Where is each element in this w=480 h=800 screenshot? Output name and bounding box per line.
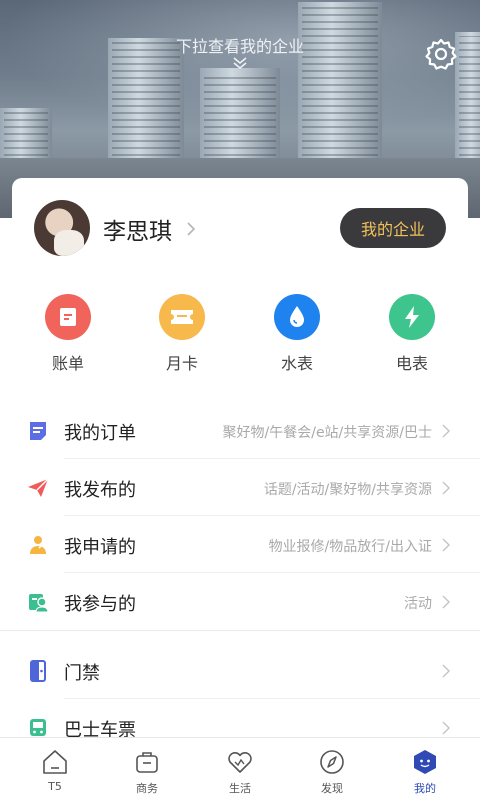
participate-icon	[29, 594, 49, 613]
user-name[interactable]: 李思琪	[103, 212, 172, 246]
bus-icon	[30, 719, 46, 736]
menu-item-subtitle: 聚好物/午餐会/e站/共享资源/巴士	[222, 425, 432, 441]
chevron-right-icon	[442, 481, 450, 495]
order-doc-icon	[30, 422, 46, 440]
avatar-photo	[54, 230, 84, 256]
briefcase-icon	[136, 752, 158, 773]
menu-item-subtitle: 物业报修/物品放行/出入证	[268, 539, 432, 555]
quick-action-electric-meter[interactable]: 电表	[372, 294, 452, 374]
bottom-tab-bar: T5 商务 生活 发现 我的	[0, 737, 480, 800]
menu-item-subtitle: 活动	[404, 596, 432, 612]
menu-item-my-posts[interactable]: 我发布的 话题/活动/聚好物/共享资源	[0, 459, 480, 516]
double-chevron-down-icon	[233, 57, 247, 70]
apply-person-icon	[30, 536, 46, 554]
section-divider	[0, 630, 480, 642]
tab-label: 我的	[414, 782, 436, 795]
door-icon	[30, 660, 46, 682]
my-company-button[interactable]: 我的企业	[340, 208, 446, 248]
chevron-right-icon	[442, 664, 450, 678]
home-icon	[43, 750, 67, 774]
paper-plane-icon	[28, 478, 49, 497]
quick-action-water-meter[interactable]: 水表	[257, 294, 337, 374]
tab-label: 商务	[136, 782, 158, 795]
profile-hex-icon	[414, 750, 436, 774]
profile-screen: 下拉查看我的企业 李思琪 我的企业 账单 月卡 水表 电表 我的订单 聚好物/午…	[0, 0, 480, 800]
menu-item-my-applications[interactable]: 我申请的 物业报修/物品放行/出入证	[0, 516, 480, 573]
menu-item-label: 我参与的	[64, 594, 136, 615]
heart-icon	[228, 751, 252, 773]
tab-business[interactable]: 商务	[112, 748, 182, 796]
pull-down-hint: 下拉查看我的企业	[175, 37, 304, 56]
menu-item-label: 我发布的	[64, 480, 136, 501]
chevron-right-icon	[442, 595, 450, 609]
menu-item-my-participations[interactable]: 我参与的 活动	[0, 573, 480, 630]
tab-t5[interactable]: T5	[20, 748, 90, 793]
menu-item-my-orders[interactable]: 我的订单 聚好物/午餐会/e站/共享资源/巴士	[0, 402, 480, 459]
menu-item-label: 门禁	[64, 663, 100, 684]
tab-discover[interactable]: 发现	[297, 748, 367, 796]
tab-label: T5	[48, 780, 62, 793]
bill-icon	[45, 294, 91, 340]
quick-actions: 账单 月卡 水表 电表	[12, 294, 468, 374]
quick-action-bill[interactable]: 账单	[28, 294, 108, 374]
menu-item-label: 我的订单	[64, 423, 136, 444]
tab-mine[interactable]: 我的	[390, 748, 460, 796]
menu-item-label: 我申请的	[64, 537, 136, 558]
profile-card: 李思琪 我的企业 账单 月卡 水表 电表	[12, 178, 468, 378]
water-drop-icon	[274, 294, 320, 340]
tab-life[interactable]: 生活	[205, 748, 275, 796]
chevron-right-icon	[442, 424, 450, 438]
tab-label: 发现	[321, 782, 343, 795]
lightning-icon	[389, 294, 435, 340]
menu-item-access-control[interactable]: 门禁	[0, 642, 480, 699]
avatar[interactable]	[34, 200, 90, 256]
chevron-right-icon	[442, 538, 450, 552]
menu-list: 我的订单 聚好物/午餐会/e站/共享资源/巴士 我发布的 话题/活动/聚好物/共…	[0, 402, 480, 756]
chevron-right-icon	[442, 721, 450, 735]
gear-icon[interactable]	[424, 37, 458, 71]
chevron-right-icon[interactable]	[186, 221, 196, 237]
compass-icon	[320, 750, 344, 774]
quick-action-label: 水表	[280, 354, 313, 373]
quick-action-label: 账单	[51, 354, 84, 373]
ticket-icon	[159, 294, 205, 340]
quick-action-label: 月卡	[165, 354, 198, 373]
quick-action-monthly-card[interactable]: 月卡	[142, 294, 222, 374]
tab-label: 生活	[229, 782, 251, 795]
quick-action-label: 电表	[395, 354, 428, 373]
menu-item-subtitle: 话题/活动/聚好物/共享资源	[263, 482, 432, 498]
